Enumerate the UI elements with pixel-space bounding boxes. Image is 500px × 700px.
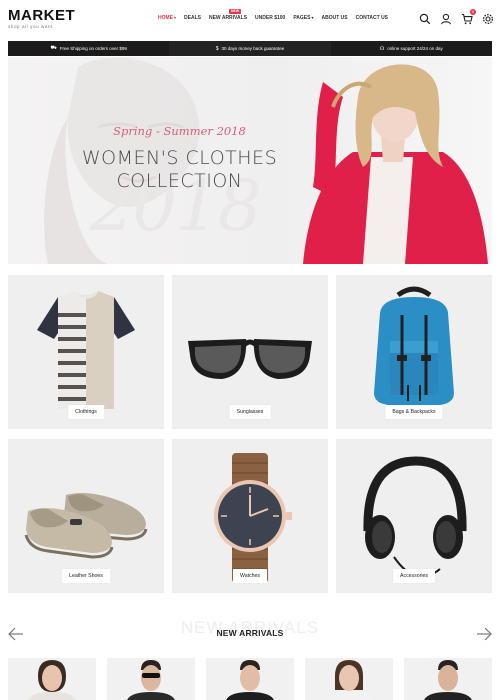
nav-item-about[interactable]: ABOUT US — [321, 15, 347, 21]
cart-count-badge: 0 — [470, 9, 476, 15]
gear-icon[interactable] — [482, 12, 494, 25]
logo-tagline: shop all you want — [8, 24, 53, 29]
user-icon[interactable] — [440, 12, 452, 25]
nav-item-deals[interactable]: DEALS — [184, 15, 201, 21]
nav-item-under-100[interactable]: UNDER $100 — [255, 15, 285, 21]
category-sunglasses[interactable]: Sunglasses — [172, 275, 328, 429]
product-card[interactable] — [206, 658, 294, 700]
nav-item-pages[interactable]: PAGES▾ — [293, 15, 313, 21]
product-card[interactable] — [404, 658, 492, 700]
headset-icon: ☊ — [379, 45, 385, 52]
nav-label: PAGES — [293, 15, 311, 21]
header-icons: 0 — [419, 9, 494, 25]
nav-label: UNDER $100 — [255, 15, 286, 21]
new-arrivals-title: NEW ARRIVALS — [216, 628, 284, 638]
next-arrow-icon[interactable] — [476, 627, 492, 641]
info-support-text: online support 24/24 on day — [387, 46, 443, 51]
product-card[interactable] — [8, 658, 96, 700]
dollar-icon: $ — [215, 45, 219, 52]
category-label: Leather Shoes — [62, 569, 110, 583]
category-accessories[interactable]: Accessories — [336, 439, 492, 593]
new-arrivals-carousel — [8, 658, 492, 700]
chevron-down-icon: ▾ — [311, 15, 314, 20]
nav-label: CONTACT US — [355, 15, 389, 21]
category-label: Accessories — [393, 569, 435, 583]
nav-item-home[interactable]: HOME▾ — [158, 15, 176, 21]
truck-icon: ⛟ — [50, 45, 57, 51]
nav-label: DEALS — [184, 15, 201, 21]
nav-label: ABOUT US — [321, 15, 348, 21]
product-card[interactable] — [107, 658, 195, 700]
cart-icon[interactable]: 0 — [461, 9, 476, 25]
chevron-down-icon: ▾ — [174, 15, 177, 20]
new-badge: NEW — [228, 9, 242, 14]
hero-banner[interactable]: 2018 Spring - Summer 2018 WOMEN'S CLOTHE… — [8, 57, 492, 264]
nav-label: HOME — [158, 15, 173, 21]
category-label: Sunglasses — [229, 405, 271, 419]
category-leather-shoes[interactable]: Leather Shoes — [8, 439, 164, 593]
product-card[interactable] — [305, 658, 393, 700]
info-guarantee-text: 30 days money back guarantee — [221, 46, 285, 51]
category-label: Watches — [233, 569, 267, 583]
info-shipping: ⛟ Free Shipping on orders over $99 — [8, 41, 170, 56]
nav-item-contact[interactable]: CONTACT US — [356, 15, 388, 21]
info-guarantee: $ 30 days money back guarantee — [169, 41, 331, 56]
info-support: ☊ online support 24/24 on day — [330, 41, 492, 56]
search-icon[interactable] — [419, 12, 431, 25]
product-image — [28, 660, 76, 700]
info-bar: ⛟ Free Shipping on orders over $99 $ 30 … — [8, 41, 492, 56]
product-image — [325, 660, 373, 700]
category-label: Clothings — [68, 405, 104, 419]
product-image — [226, 660, 274, 700]
new-arrivals-header: NEW ARRIVALS NEW ARRIVALS — [0, 618, 500, 650]
hero-model-image — [303, 64, 488, 264]
product-image — [127, 660, 175, 700]
nav-item-new-arrivals[interactable]: NEW NEW ARRIVALS — [208, 9, 248, 21]
prev-arrow-icon[interactable] — [8, 627, 24, 641]
logo[interactable]: MARKET shop all you want — [8, 8, 75, 30]
main-nav: HOME▾ DEALS NEW NEW ARRIVALS UNDER $100 P… — [158, 9, 396, 21]
category-bags[interactable]: Bags & Backpacks — [336, 275, 492, 429]
category-clothings[interactable]: Clothings — [8, 275, 164, 429]
product-image — [424, 660, 472, 700]
site-header: MARKET shop all you want HOME▾ DEALS NEW… — [0, 0, 500, 40]
logo-name: MARKET — [8, 7, 76, 24]
category-label: Bags & Backpacks — [385, 405, 443, 419]
category-watches[interactable]: Watches — [172, 439, 328, 593]
info-shipping-text: Free Shipping on orders over $99 — [59, 46, 127, 51]
nav-label: NEW ARRIVALS — [208, 15, 248, 21]
